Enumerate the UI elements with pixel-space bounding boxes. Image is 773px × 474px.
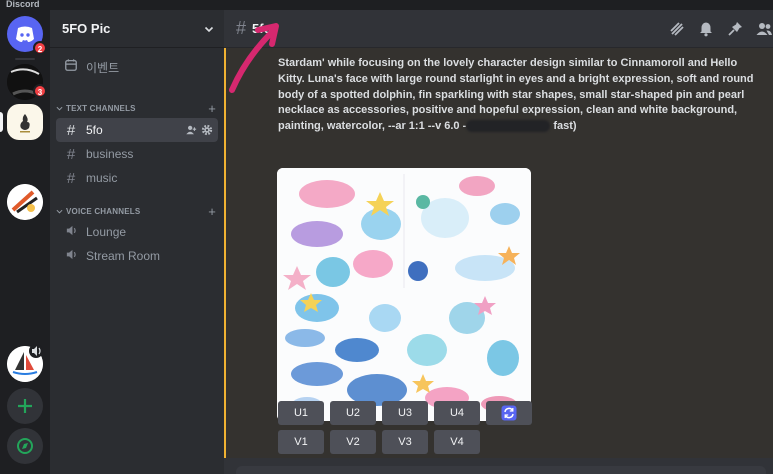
main-pane: Stardam' while focusing on the lovely ch… — [224, 10, 773, 474]
calendar-icon — [63, 58, 79, 76]
variation-button-3[interactable]: V3 — [382, 430, 428, 454]
generated-image[interactable] — [277, 168, 531, 421]
message-composer[interactable] — [236, 466, 766, 474]
category-label: VOICE CHANNELS — [66, 207, 141, 216]
server-name: 5FO Pic — [62, 21, 111, 36]
invite-icon[interactable] — [185, 124, 197, 136]
category-label: TEXT CHANNELS — [66, 104, 136, 113]
compass-icon — [17, 438, 33, 454]
message-line: body of a spotted dolphin, fin sparkling… — [278, 88, 745, 101]
text-channels-category[interactable]: TEXT CHANNELS + — [56, 101, 216, 116]
flame-logo-icon — [20, 114, 30, 133]
channel-label: Stream Room — [86, 249, 161, 263]
variation-button-2[interactable]: V2 — [330, 430, 376, 454]
server-icon-3[interactable] — [7, 184, 43, 220]
chevron-down-icon — [204, 26, 214, 32]
highlighted-message: Stardam' while focusing on the lovely ch… — [224, 48, 773, 458]
voice-channel-lounge[interactable]: Lounge — [56, 220, 218, 244]
discover-button[interactable] — [7, 428, 43, 464]
channel-sidebar: 5FO Pic 이벤트 TEXT CHANNELS + # 5fo # busi… — [50, 10, 224, 474]
channel-label: Lounge — [86, 225, 127, 239]
refresh-icon — [501, 405, 517, 421]
upscale-button-2[interactable]: U2 — [330, 401, 376, 425]
unread-badge: 2 — [33, 41, 47, 55]
message-content: Stardam' while focusing on the lovely ch… — [278, 56, 766, 135]
message-line: painting, watercolor, --ar 1:1 --v 6.0 -… — [278, 119, 766, 135]
redacted-block — [466, 120, 551, 133]
channel-header: # 5fo — [224, 10, 773, 48]
message-line: Kitty. Luna's face with large round star… — [278, 72, 754, 85]
pin-icon[interactable] — [726, 20, 744, 38]
upscale-button-4[interactable]: U4 — [434, 401, 480, 425]
variation-button-4[interactable]: V4 — [434, 430, 480, 454]
channel-label: music — [86, 171, 118, 185]
message-text: painting, watercolor, --ar 1:1 --v 6.0 - — [278, 120, 467, 133]
annotation-arrow-icon — [229, 23, 279, 93]
events-item[interactable]: 이벤트 — [56, 55, 218, 79]
message-line: Stardam' while focusing on the lovely ch… — [278, 57, 738, 69]
dolphin-sticker-art — [277, 168, 531, 421]
reroll-button[interactable] — [486, 401, 532, 425]
hash-icon: # — [66, 169, 76, 187]
message-line: necklace as accessories, positive and ho… — [278, 104, 738, 117]
window-title: Discord — [6, 0, 40, 9]
plus-icon — [18, 399, 32, 413]
speaker-icon — [63, 248, 79, 265]
server-icon-5fo-pic[interactable] — [7, 104, 43, 140]
channel-label: 5fo — [86, 123, 103, 137]
bell-icon[interactable] — [697, 20, 715, 38]
channel-music[interactable]: # music — [56, 166, 218, 190]
speaker-icon — [32, 346, 41, 356]
message-text: fast) — [553, 120, 577, 133]
speaker-indicator — [29, 344, 43, 358]
add-channel-icon[interactable]: + — [208, 101, 216, 116]
channel-5fo[interactable]: # 5fo — [56, 118, 218, 142]
rail-separator — [15, 58, 35, 60]
upscale-button-3[interactable]: U3 — [382, 401, 428, 425]
channel-label: business — [86, 147, 134, 161]
server-rail: 2 3 — [0, 10, 50, 474]
add-server-button[interactable] — [7, 388, 43, 424]
voice-channel-stream-room[interactable]: Stream Room — [56, 244, 218, 268]
gear-icon[interactable] — [201, 124, 213, 136]
speaker-icon — [63, 224, 79, 241]
selected-server-pill — [0, 112, 3, 132]
brush-art-icon — [7, 184, 43, 220]
add-channel-icon[interactable]: + — [208, 204, 216, 219]
hash-icon: # — [66, 121, 76, 139]
voice-channels-category[interactable]: VOICE CHANNELS + — [56, 204, 216, 219]
header-toolbar — [668, 20, 773, 38]
title-bar: Discord — [0, 0, 773, 10]
events-label: 이벤트 — [86, 60, 120, 75]
hash-icon: # — [66, 145, 76, 163]
upscale-button-1[interactable]: U1 — [278, 401, 324, 425]
variation-button-1[interactable]: V1 — [278, 430, 324, 454]
chevron-down-icon — [56, 106, 63, 111]
server-header[interactable]: 5FO Pic — [50, 10, 224, 48]
threads-icon[interactable] — [668, 20, 686, 38]
channel-business[interactable]: # business — [56, 142, 218, 166]
unread-badge: 3 — [33, 84, 47, 98]
discord-app: Discord 2 3 5FO Pic 이벤트 TEXT CHANNELS + … — [0, 0, 773, 474]
members-icon[interactable] — [755, 20, 773, 38]
chevron-down-icon — [56, 209, 63, 214]
server-badge-wrap: 3 — [7, 64, 47, 100]
home-button[interactable]: 2 — [7, 16, 47, 55]
